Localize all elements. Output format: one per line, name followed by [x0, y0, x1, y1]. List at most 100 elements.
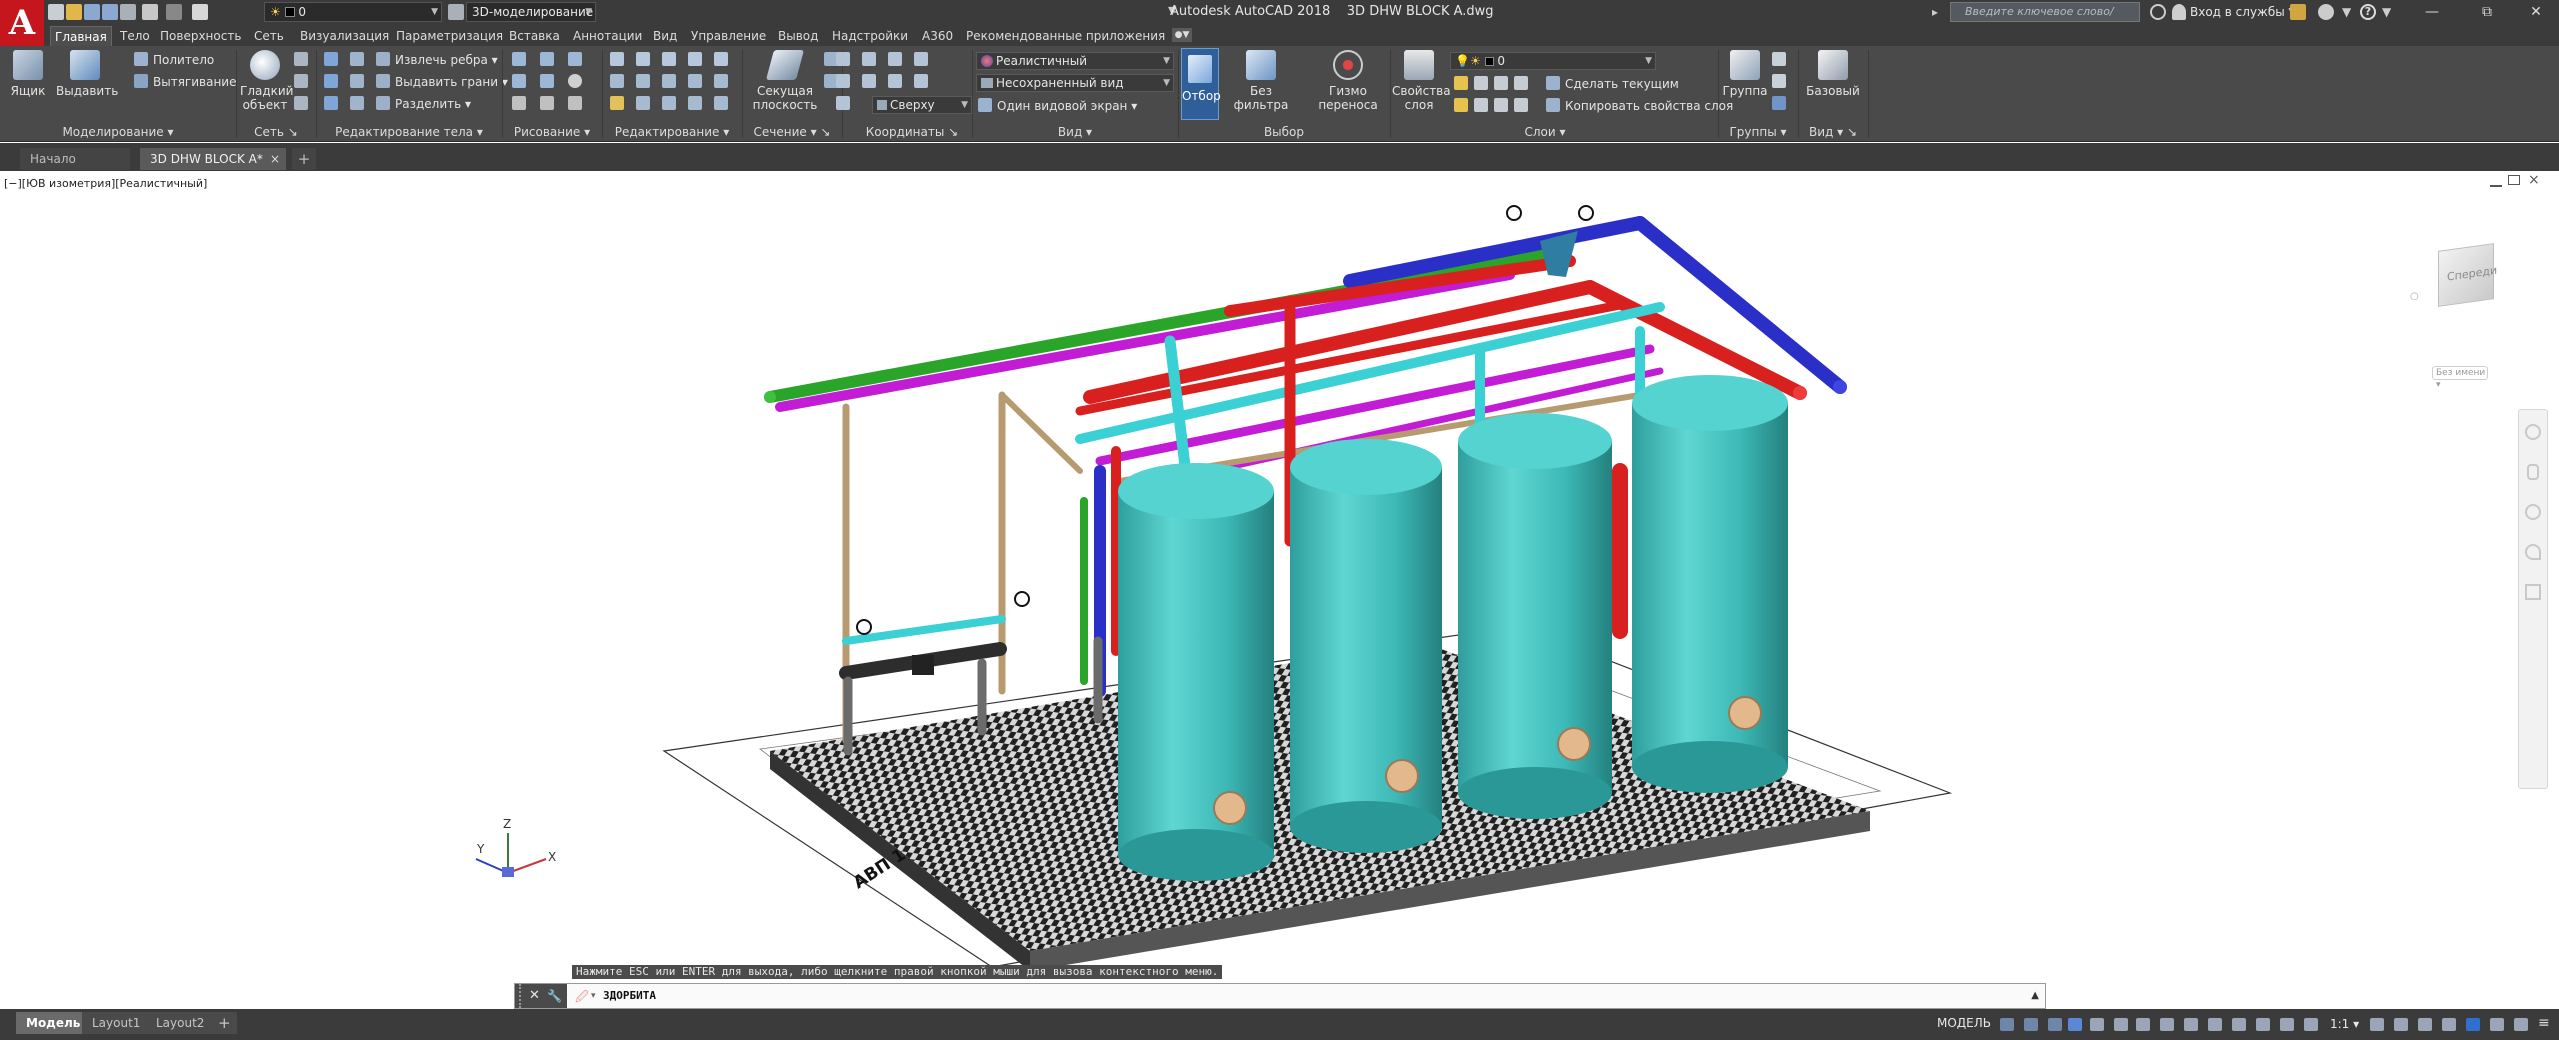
gizmo-icon[interactable]	[2256, 1018, 2270, 1031]
explode-icon[interactable]	[714, 74, 728, 88]
viewport-minimize-icon[interactable]	[2490, 177, 2502, 187]
plot-icon[interactable]	[120, 4, 136, 20]
share-icon[interactable]	[192, 4, 208, 20]
showmotion-icon[interactable]	[2525, 584, 2541, 600]
layer-tool-icon[interactable]	[1474, 76, 1488, 90]
fillet-icon[interactable]	[662, 74, 676, 88]
group-select-icon[interactable]	[1772, 96, 1786, 110]
ucs-world-icon[interactable]	[862, 52, 876, 66]
tab-model[interactable]: Модель	[16, 1012, 91, 1034]
mirror-icon[interactable]	[714, 52, 728, 66]
region-icon[interactable]	[512, 96, 526, 110]
ucs-origin-icon[interactable]	[888, 52, 902, 66]
mesh-tool-icon[interactable]	[294, 74, 308, 88]
hatch-icon[interactable]	[568, 96, 582, 110]
layer-tool-icon[interactable]	[1454, 98, 1468, 112]
make-current-button[interactable]: Сделать текущим	[1546, 74, 1679, 94]
isometric-icon[interactable]	[2114, 1018, 2128, 1031]
save-icon[interactable]	[84, 4, 100, 20]
sweep-button[interactable]: Вытягивание	[134, 72, 236, 92]
annotation-scale[interactable]: 1:1 ▾	[2330, 1017, 2359, 1031]
align-icon[interactable]	[636, 96, 650, 110]
model-space-toggle[interactable]: МОДЕЛЬ	[1937, 1016, 1991, 1030]
viewcube[interactable]: Спереди ○	[2410, 231, 2520, 341]
panel-title-coordinates[interactable]: Координаты ↘	[842, 124, 982, 140]
ucs-view-icon[interactable]	[914, 74, 928, 88]
mesh-tool-icon[interactable]	[294, 52, 308, 66]
extrude-faces-button[interactable]: Выдавить грани ▾	[376, 72, 508, 92]
a360-icon[interactable]	[2318, 4, 2334, 20]
redo-icon[interactable]	[166, 4, 182, 20]
command-input[interactable]: 3ДОРБИТА	[603, 984, 656, 1008]
move-gizmo-button[interactable]: Гизмо переноса	[1306, 48, 1390, 112]
annotation-monitor-icon[interactable]	[2394, 1018, 2408, 1031]
polyline-icon[interactable]	[540, 52, 554, 66]
layer-properties-button[interactable]: Свойства слоя	[1392, 48, 1451, 112]
units-icon[interactable]	[2418, 1018, 2432, 1031]
polysolid-button[interactable]: Политело	[134, 50, 214, 70]
help-dropdown-icon[interactable]: ▼	[2382, 0, 2391, 24]
tab-solid[interactable]: Тело	[116, 26, 154, 46]
drawing-viewport[interactable]: АВП 1 Z Y X [−][ЮВ изометрия][Реалистичн…	[0, 171, 2559, 1009]
ortho-icon[interactable]	[2068, 1018, 2082, 1031]
layer-tool-icon[interactable]	[1474, 98, 1488, 112]
3d-mirror-icon[interactable]	[662, 96, 676, 110]
polygon-icon[interactable]	[540, 74, 554, 88]
tab-a360[interactable]: A360	[918, 26, 957, 46]
panel-title-draw[interactable]: Рисование ▾	[502, 124, 602, 140]
panel-title-solid-editing[interactable]: Редактирование тела ▾	[316, 124, 502, 140]
view-direction-combo[interactable]: Сверху ▼	[872, 96, 972, 114]
new-layout-button[interactable]: +	[212, 1012, 237, 1034]
panel-title-layers[interactable]: Слои ▾	[1390, 124, 1700, 140]
grid-icon[interactable]	[2000, 1018, 2014, 1031]
line-icon[interactable]	[512, 52, 526, 66]
autocad-logo-button[interactable]: A	[0, 0, 44, 46]
help-icon[interactable]: ?	[2360, 4, 2376, 20]
command-expand-icon[interactable]: ▲	[2031, 984, 2039, 1008]
annotation-visibility-icon[interactable]	[2280, 1018, 2294, 1031]
command-recent-dropdown-icon[interactable]: ▾	[591, 984, 596, 1008]
tab-layout1[interactable]: Layout1	[82, 1012, 151, 1034]
move-icon[interactable]	[610, 52, 624, 66]
steering-wheel-icon[interactable]	[2525, 424, 2541, 440]
save-as-icon[interactable]	[102, 4, 118, 20]
stay-connected-dropdown-icon[interactable]: ▼	[2342, 0, 2351, 24]
command-line[interactable]: ✕ 🔧 🖉 ▾ 3ДОРБИТА ▲	[514, 983, 2046, 1009]
polar-icon[interactable]	[2090, 1018, 2104, 1031]
circle-icon[interactable]	[568, 74, 582, 88]
close-button[interactable]: ✕	[2514, 0, 2558, 24]
3d-model-scene[interactable]: АВП 1 Z Y X	[0, 171, 2559, 1009]
ucs-z-icon[interactable]	[888, 74, 902, 88]
object-snap-tracking-icon[interactable]	[2136, 1018, 2150, 1031]
isolate-objects-icon[interactable]	[2466, 1018, 2480, 1031]
subtract-icon[interactable]	[324, 74, 338, 88]
layer-tool-icon[interactable]	[1494, 98, 1508, 112]
ucs-menu[interactable]: Без имени ▾	[2432, 366, 2488, 390]
spline-icon[interactable]	[512, 74, 526, 88]
match-layer-button[interactable]: Копировать свойства слоя	[1546, 96, 1733, 116]
tab-home[interactable]: Главная	[50, 26, 112, 46]
layer-tool-icon[interactable]	[1514, 98, 1528, 112]
dynamic-ucs-icon[interactable]	[2208, 1018, 2222, 1031]
base-view-button[interactable]: Базовый	[1804, 48, 1862, 98]
sign-in-button[interactable]: Вход в службы ▼	[2190, 0, 2298, 24]
search-icon[interactable]: ▸	[1932, 0, 1946, 24]
scale-icon[interactable]	[662, 52, 676, 66]
rotate-icon[interactable]	[636, 52, 650, 66]
tab-view[interactable]: Вид	[649, 26, 681, 46]
workspace-combo[interactable]: 3D-моделирование ▼	[466, 2, 596, 22]
new-file-icon[interactable]	[48, 4, 64, 20]
snap-icon[interactable]	[2024, 1018, 2038, 1031]
tab-visualize[interactable]: Визуализация	[296, 26, 393, 46]
tab-manage[interactable]: Управление	[687, 26, 770, 46]
object-snap-icon[interactable]	[2160, 1018, 2174, 1031]
smooth-object-button[interactable]: Гладкий объект	[240, 48, 293, 112]
tab-annotate[interactable]: Аннотации	[569, 26, 646, 46]
trim-icon[interactable]	[688, 74, 702, 88]
panel-title-modify[interactable]: Редактирование ▾	[602, 124, 742, 140]
search-magnifier-icon[interactable]	[2150, 4, 2166, 20]
group-button[interactable]: Группа	[1722, 48, 1768, 98]
auto-scale-icon[interactable]	[2304, 1018, 2318, 1031]
viewport-restore-icon[interactable]	[2508, 175, 2520, 185]
layer-combo[interactable]: 💡☀ 0 ▼	[1450, 52, 1656, 70]
